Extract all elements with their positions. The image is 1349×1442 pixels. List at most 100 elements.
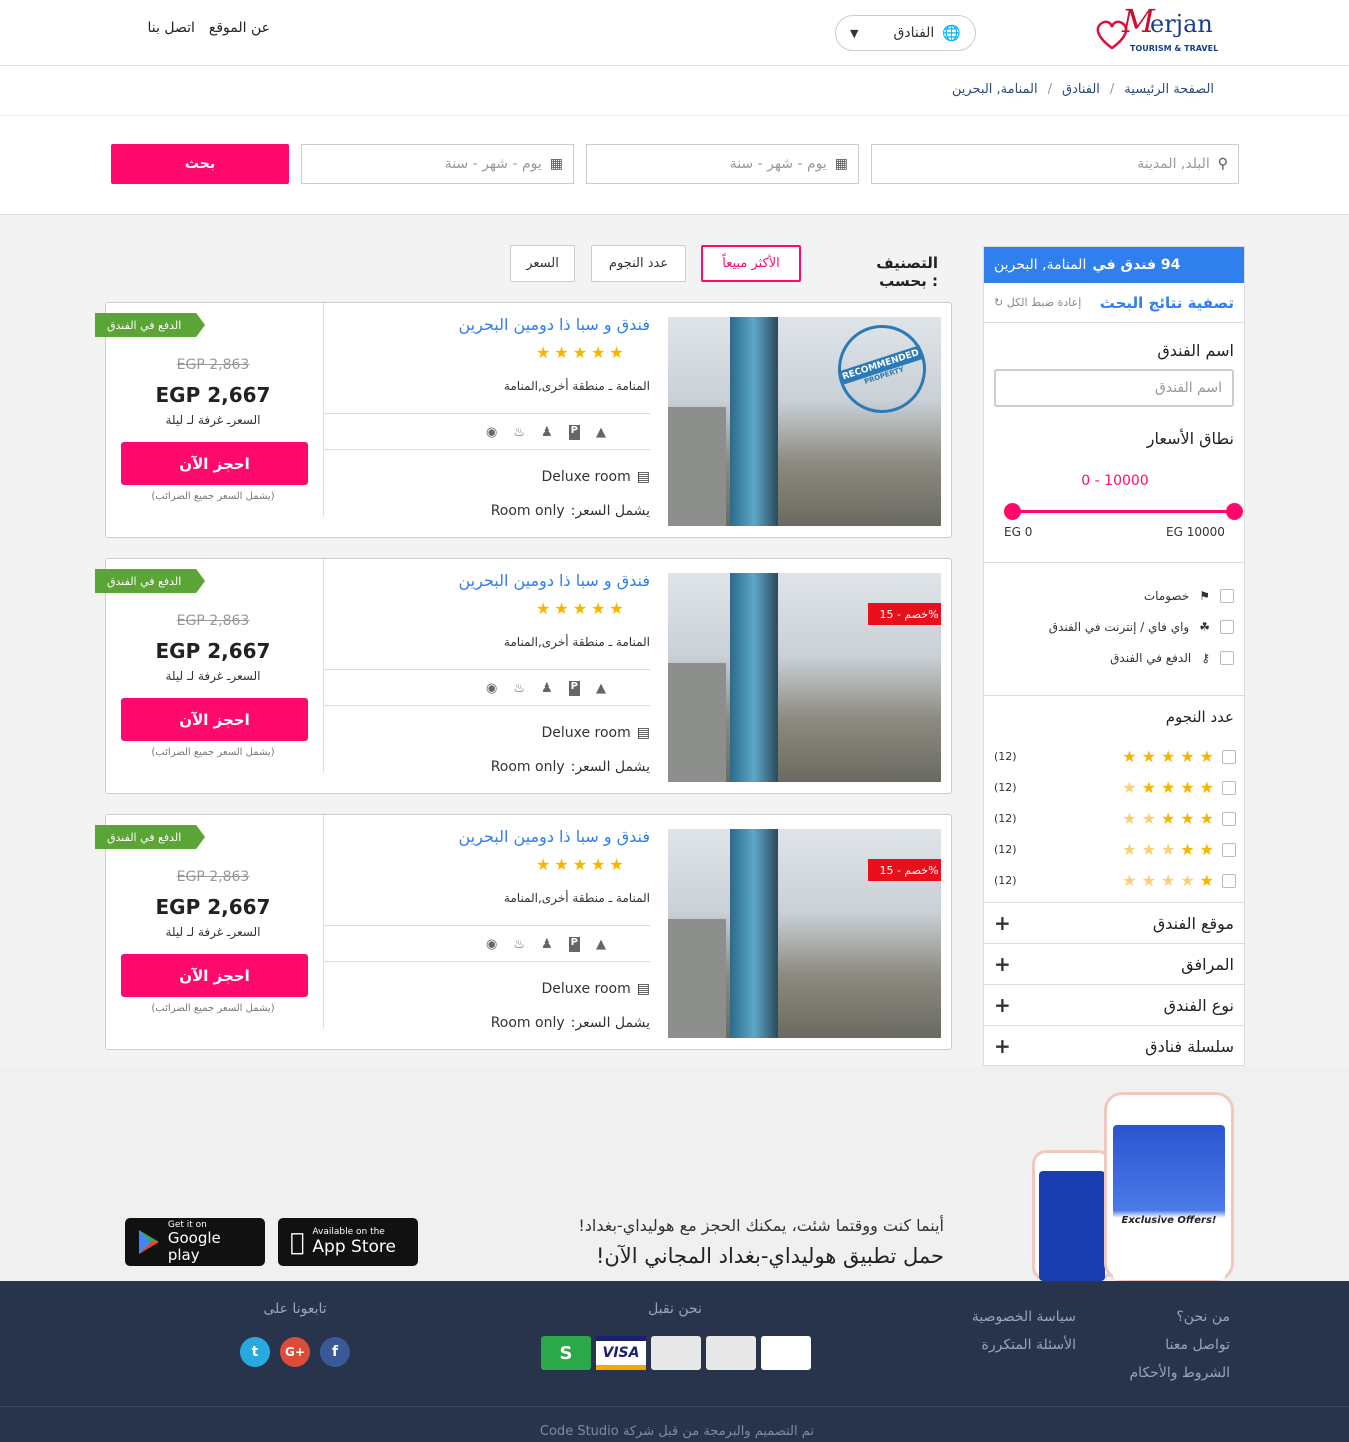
google-play-button[interactable]: Get it on Google play [125, 1218, 265, 1266]
site-logo[interactable]: M erjan TOURISM & TRAVEL [1092, 2, 1222, 60]
crumb-home[interactable]: الصفحة الرئيسية [1124, 82, 1214, 97]
crumb-hotels[interactable]: الفنادق [1062, 82, 1100, 97]
star-icon: ★ [1180, 809, 1195, 828]
google-plus-icon[interactable]: G+ [280, 1337, 310, 1367]
amenity-icons: ◉ ♨ ♟ P ▲ [486, 425, 606, 440]
hotel-photo[interactable]: RECOMMENDED PROPERTY [668, 317, 941, 526]
footer-link-about[interactable]: من نحن؟ [1100, 1309, 1230, 1325]
star-filter-row[interactable]: (12) ★ ★ ★ ★ ★ [984, 741, 1246, 772]
checkin-input[interactable]: يوم - شهر - سنة ▦ [586, 144, 859, 184]
filter-pay-at-hotel[interactable]: ⚷ الدفع في الفندق [1110, 651, 1234, 665]
reset-filters[interactable]: ↻ إعادة ضبط الكل [994, 296, 1081, 309]
book-now-button[interactable]: احجز الآن [121, 698, 308, 741]
logo-name: erjan [1150, 10, 1213, 38]
category-select[interactable]: ▼ الفنادق 🌐 [835, 15, 976, 51]
footer-link-privacy[interactable]: سياسة الخصوصية [940, 1309, 1076, 1325]
hotel-name-label: اسم الفندق [1157, 341, 1234, 360]
star-icon: ★ [1180, 840, 1195, 859]
discounts-label: خصومات [1143, 589, 1190, 603]
visa-icon: VISA [596, 1336, 646, 1370]
rate-includes: يشمل السعر: Room only [490, 1015, 650, 1031]
star-icon: ★ [1199, 871, 1214, 890]
star-filter-row[interactable]: (12) ★ ★ ★ ★ ★ [984, 865, 1246, 896]
chevron-down-icon: ▼ [850, 26, 859, 40]
accordion-location[interactable]: + موقع الفندق [984, 902, 1244, 943]
accordion-hotel-type[interactable]: + نوع الفندق [984, 984, 1244, 1025]
accordion-hotel-chain[interactable]: + سلسلة فنادق [984, 1025, 1244, 1066]
room-type: Deluxe room ▤ [541, 469, 650, 485]
star-filter-row[interactable]: (12) ★ ★ ★ ★ ★ [984, 803, 1246, 834]
star-icon: ★ [554, 855, 569, 874]
twitter-icon[interactable]: t [240, 1337, 270, 1367]
footer-links-2: سياسة الخصوصية الأسئلة المتكررة [940, 1309, 1076, 1353]
filter-discounts[interactable]: ⚑ خصومات [1144, 589, 1234, 603]
star-checkbox[interactable] [1222, 811, 1236, 826]
pay-at-hotel-label: الدفع في الفندق [1110, 651, 1192, 665]
footer-link-terms[interactable]: الشروط والأحكام [1100, 1365, 1230, 1381]
discounts-checkbox[interactable] [1220, 589, 1234, 603]
sort-best-selling[interactable]: الأكثر مبيعاً [701, 245, 801, 282]
parking-icon: P [568, 425, 580, 440]
pay-at-hotel-checkbox[interactable] [1220, 651, 1234, 665]
star-icon: ★ [609, 343, 624, 362]
pay-at-hotel-ribbon: الدفع في الفندق [95, 313, 205, 337]
price-note: السعرـ غرفة لـ ليلة [165, 413, 261, 427]
price-range-value: 0 - 10000 [1081, 473, 1149, 489]
price-slider-max-handle[interactable] [1226, 503, 1243, 520]
star-checkbox[interactable] [1222, 749, 1236, 764]
star-icon: ★ [609, 855, 624, 874]
plus-icon: + [994, 993, 1011, 1017]
restaurant-icon: ◉ [486, 681, 498, 696]
accordion-facilities[interactable]: + المرافق [984, 943, 1244, 984]
star-icon: ★ [1141, 871, 1156, 890]
book-now-button[interactable]: احجز الآن [121, 442, 308, 485]
hotel-tower [730, 573, 778, 782]
hotel-card: خصم - 15% فندق و سبا ذا دومين البحرين ★ ★ ★ ★… [95, 558, 952, 794]
wifi-checkbox[interactable] [1220, 620, 1234, 634]
star-filter-row[interactable]: (12) ★ ★ ★ ★ ★ [984, 772, 1246, 803]
old-price: EGP 2,863 [176, 613, 250, 629]
star-checkbox[interactable] [1222, 780, 1236, 795]
checkout-input[interactable]: يوم - شهر - سنة ▦ [301, 144, 574, 184]
facebook-icon[interactable]: f [320, 1337, 350, 1367]
star-checkbox[interactable] [1222, 873, 1236, 888]
location-pin-icon: ⚲ [1217, 156, 1228, 172]
logo-tagline: TOURISM & TRAVEL [1130, 44, 1219, 53]
room-type: Deluxe room ▤ [541, 725, 650, 741]
sort-stars[interactable]: عدد النجوم [591, 245, 686, 282]
star-icon: ★ [1180, 778, 1195, 797]
hotel-name[interactable]: فندق و سبا ذا دومين البحرين [326, 827, 651, 846]
price-note: السعرـ غرفة لـ ليلة [165, 669, 261, 683]
room-type: Deluxe room ▤ [541, 981, 650, 997]
sort-price[interactable]: السعر [510, 245, 575, 282]
app-store-button[interactable]:  Available on the App Store [278, 1218, 418, 1266]
star-checkbox[interactable] [1222, 842, 1236, 857]
star-filter-row[interactable]: (12) ★ ★ ★ ★ ★ [984, 834, 1246, 865]
hotel-name[interactable]: فندق و سبا ذا دومين البحرين [326, 571, 651, 590]
mastercard-icon [651, 1336, 701, 1370]
star-icon: ★ [1160, 871, 1176, 890]
star-icon: ★ [1122, 840, 1137, 859]
hotel-name-input[interactable]: اسم الفندق [994, 369, 1234, 407]
tax-note: (يشمل السعر جميع الضرائب) [151, 1003, 275, 1014]
book-now-button[interactable]: احجز الآن [121, 954, 308, 997]
hotel-name[interactable]: فندق و سبا ذا دومين البحرين [326, 315, 651, 334]
hotel-photo[interactable]: خصم - 15% [668, 573, 941, 782]
star-icon: ★ [572, 599, 588, 618]
results-count: 94 فندق في [1092, 257, 1181, 273]
filter-wifi[interactable]: ☘ واي فاي / إنترنت في الفندق [1049, 620, 1234, 634]
search-button[interactable]: بحث [111, 144, 289, 184]
crumb-location[interactable]: المنامة, البحرين [952, 82, 1038, 97]
nav-contact[interactable]: اتصل بنا [148, 20, 195, 36]
footer-link-faq[interactable]: الأسئلة المتكررة [940, 1337, 1076, 1353]
star-icon: ★ [1141, 809, 1156, 828]
nav-about[interactable]: عن الموقع [209, 20, 270, 36]
footer-link-contact[interactable]: تواصل معنا [1100, 1337, 1230, 1353]
footer-links-1: من نحن؟ تواصل معنا الشروط والأحكام [1100, 1309, 1230, 1381]
star-count: (12) [994, 874, 1017, 887]
hotel-photo[interactable]: خصم - 15% [668, 829, 941, 1038]
price-slider-min-handle[interactable] [1004, 503, 1021, 520]
wifi-label: واي فاي / إنترنت في الفندق [1048, 620, 1190, 634]
city-input[interactable]: البلد, المدينة ⚲ [871, 144, 1239, 184]
room-service-icon: ▲ [596, 937, 606, 952]
